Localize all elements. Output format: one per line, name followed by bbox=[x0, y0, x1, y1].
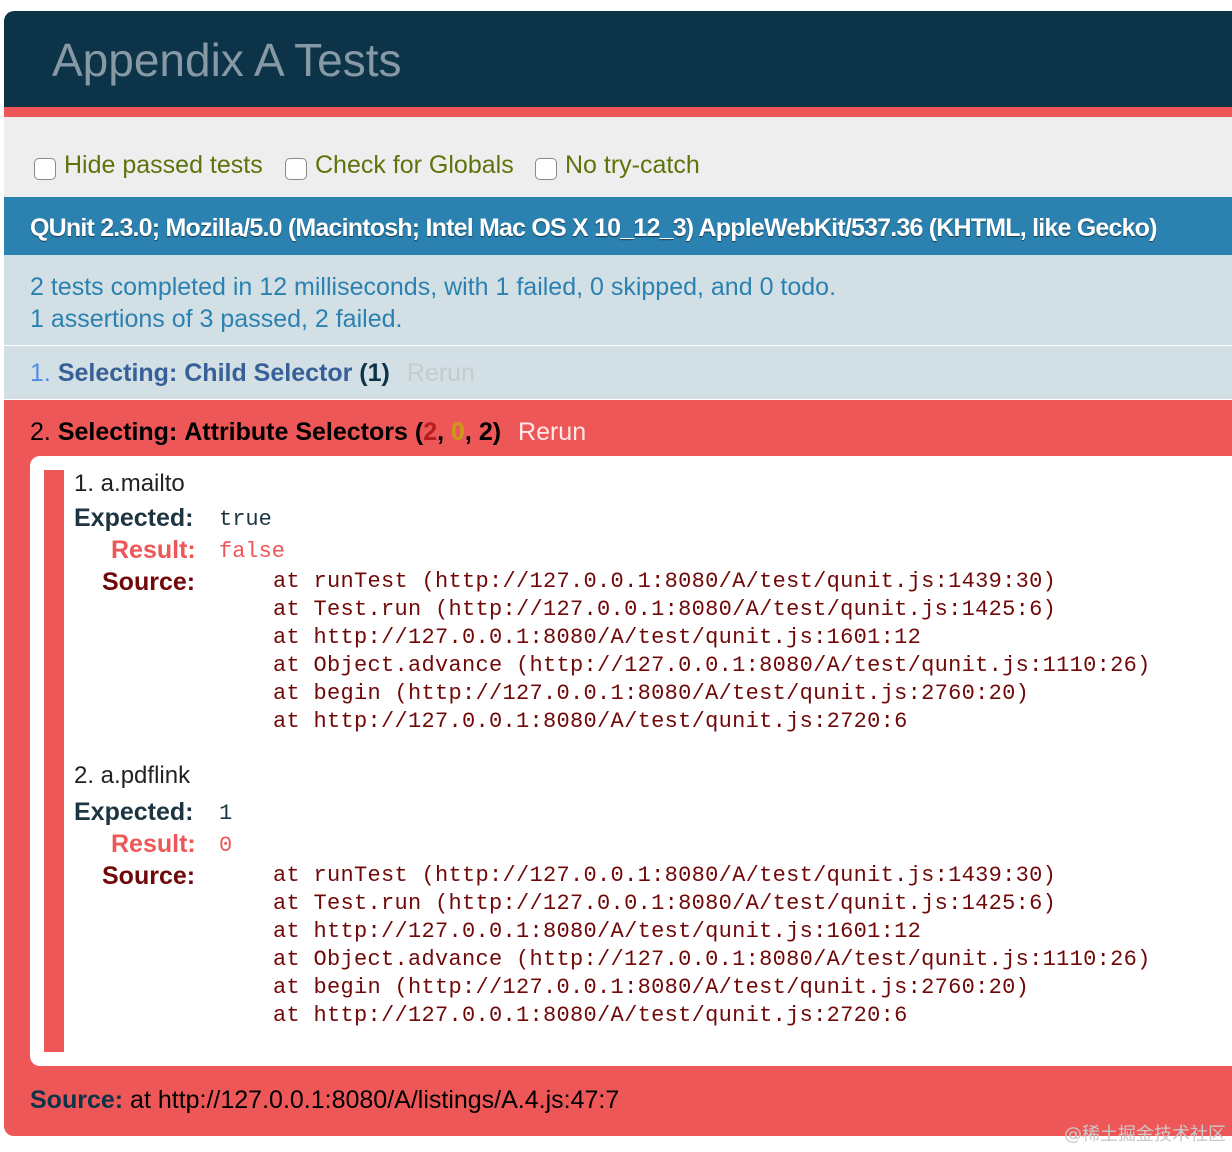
expected-label: Expected: bbox=[74, 504, 194, 532]
test-source-label: Source: bbox=[30, 1086, 124, 1114]
stack-trace: at runTest (http://127.0.0.1:8080/A/test… bbox=[273, 569, 1151, 734]
hide-passed-label: Hide passed tests bbox=[64, 151, 263, 179]
check-globals-label: Check for Globals bbox=[315, 151, 514, 179]
test-name: Child Selector bbox=[184, 359, 353, 387]
qunit-page: Appendix A Tests Hide passed tests Check… bbox=[4, 11, 1232, 1136]
no-try-catch-label: No try-catch bbox=[565, 151, 700, 179]
rerun-link[interactable]: Rerun bbox=[518, 418, 586, 446]
assertion-title: 1. a.mailto bbox=[74, 470, 185, 497]
summary-line-1: 2 tests completed in 12 milliseconds, wi… bbox=[30, 273, 837, 301]
test-item-passed[interactable]: 1. Selecting: Child Selector (1) Rerun bbox=[4, 346, 1232, 400]
summary-line-2: 1 assertions of 3 passed, 2 failed. bbox=[30, 305, 403, 333]
hide-passed-checkbox[interactable] bbox=[34, 157, 56, 180]
test-counts: (1) bbox=[359, 359, 390, 387]
test-source: Source: at http://127.0.0.1:8080/A/listi… bbox=[30, 1086, 619, 1115]
assertion-list: 1. a.mailto Expected: true Result: false… bbox=[44, 470, 1232, 1052]
failed-count: 2 bbox=[423, 418, 438, 446]
expected-value: true bbox=[219, 507, 272, 532]
source-label: Source: bbox=[102, 568, 196, 596]
test-number: 2. bbox=[30, 418, 51, 446]
check-globals-checkbox[interactable] bbox=[285, 157, 307, 180]
test-item-failed[interactable]: 2. Selecting: Attribute Selectors (2, 0,… bbox=[4, 400, 1232, 1136]
page-header: Appendix A Tests bbox=[4, 11, 1232, 107]
test-module: Selecting: bbox=[57, 418, 178, 446]
assertion-title: 2. a.pdflink bbox=[74, 762, 191, 789]
no-try-catch-checkbox[interactable] bbox=[535, 157, 557, 180]
test-summary: 2 tests completed in 12 milliseconds, wi… bbox=[4, 255, 1232, 346]
page-title: Appendix A Tests bbox=[52, 34, 402, 86]
test-module: Selecting: bbox=[57, 359, 178, 387]
toolbar: Hide passed tests Check for Globals No t… bbox=[4, 117, 1232, 197]
check-globals-option[interactable]: Check for Globals bbox=[285, 151, 514, 180]
source-label: Source: bbox=[102, 862, 196, 890]
test-title[interactable]: 2. Selecting: Attribute Selectors (2, 0,… bbox=[30, 418, 586, 447]
passed-count: 0 bbox=[451, 418, 465, 446]
no-try-catch-option[interactable]: No try-catch bbox=[535, 151, 700, 180]
stack-trace: at runTest (http://127.0.0.1:8080/A/test… bbox=[273, 863, 1151, 1028]
test-name: Attribute Selectors bbox=[184, 418, 408, 446]
watermark: @稀土掘金技术社区 bbox=[1064, 1124, 1226, 1145]
expected-label: Expected: bbox=[74, 798, 194, 826]
total-count: 2 bbox=[478, 418, 493, 446]
result-value: 0 bbox=[219, 833, 233, 858]
assertion-panel: 1. a.mailto Expected: true Result: false… bbox=[30, 456, 1232, 1066]
status-bar bbox=[4, 107, 1232, 117]
expected-value: 1 bbox=[219, 801, 233, 826]
result-value: false bbox=[219, 539, 286, 564]
test-source-value: at http://127.0.0.1:8080/A/listings/A.4.… bbox=[130, 1086, 620, 1114]
rerun-link[interactable]: Rerun bbox=[407, 359, 475, 387]
test-number: 1. bbox=[30, 359, 51, 387]
result-label: Result: bbox=[111, 536, 196, 564]
hide-passed-option[interactable]: Hide passed tests bbox=[34, 151, 263, 180]
result-label: Result: bbox=[111, 830, 196, 858]
user-agent-banner: QUnit 2.3.0; Mozilla/5.0 (Macintosh; Int… bbox=[4, 197, 1232, 255]
